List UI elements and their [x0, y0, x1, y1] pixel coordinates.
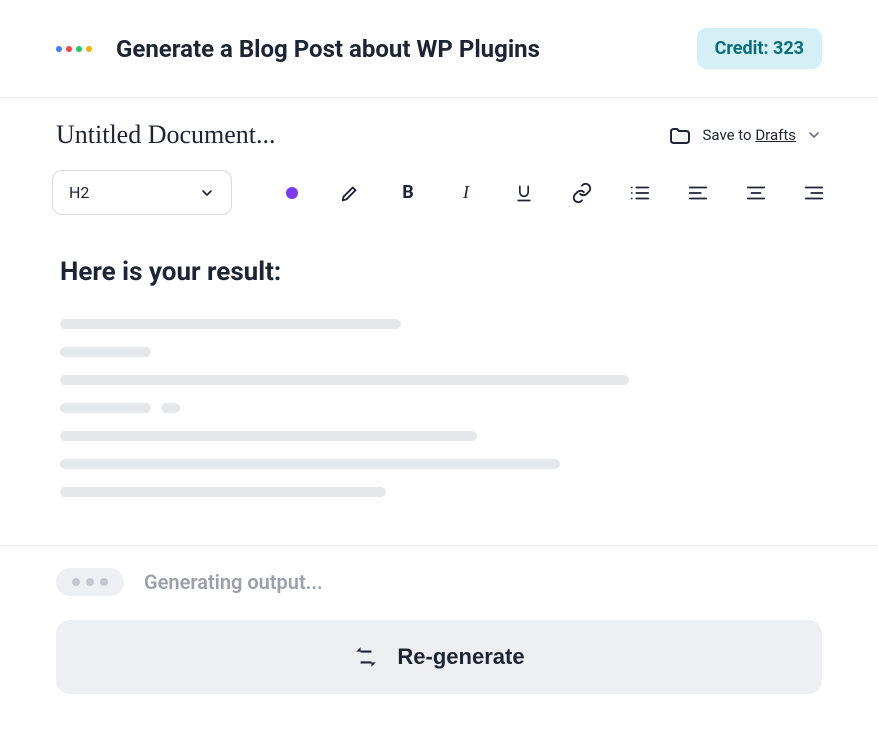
align-left-button[interactable]	[686, 181, 710, 205]
credit-badge: Credit: 323	[697, 28, 822, 69]
regenerate-label: Re-generate	[397, 644, 524, 670]
list-button[interactable]	[628, 181, 652, 205]
dot-icon	[86, 46, 92, 52]
result-heading: Here is your result:	[60, 257, 818, 287]
header-left: Generate a Blog Post about WP Plugins	[56, 35, 540, 63]
highlight-button[interactable]	[338, 181, 362, 205]
dot-icon	[66, 46, 72, 52]
align-right-icon	[803, 182, 825, 204]
color-dot-icon	[286, 187, 298, 199]
document-title[interactable]: Untitled Document...	[56, 120, 276, 150]
folder-icon	[668, 123, 692, 147]
align-right-button[interactable]	[802, 181, 826, 205]
link-icon	[571, 182, 593, 204]
toolbar-buttons: B I	[280, 181, 826, 205]
document-bar: Untitled Document... Save to Drafts	[0, 98, 878, 150]
highlighter-icon	[339, 182, 361, 204]
heading-select[interactable]: H2	[52, 170, 232, 215]
regenerate-button[interactable]: Re-generate	[56, 620, 822, 694]
italic-button[interactable]: I	[454, 181, 478, 205]
chevron-down-icon	[199, 185, 215, 201]
save-to-button[interactable]: Save to Drafts	[668, 123, 822, 147]
align-center-icon	[745, 182, 767, 204]
chevron-down-icon	[806, 127, 822, 143]
brand-dots	[56, 46, 92, 52]
app-header: Generate a Blog Post about WP Plugins Cr…	[0, 0, 878, 98]
underline-button[interactable]	[512, 181, 536, 205]
page-title: Generate a Blog Post about WP Plugins	[116, 35, 540, 63]
editor-toolbar: H2 B I	[0, 150, 878, 215]
align-center-button[interactable]	[744, 181, 768, 205]
underline-icon	[514, 183, 534, 203]
save-label: Save to Drafts	[702, 126, 796, 144]
swap-icon	[353, 644, 379, 670]
dot-icon	[76, 46, 82, 52]
heading-value: H2	[69, 183, 89, 202]
align-left-icon	[687, 182, 709, 204]
link-button[interactable]	[570, 181, 594, 205]
dot-icon	[56, 46, 62, 52]
list-icon	[629, 182, 651, 204]
skeleton-placeholder	[60, 319, 818, 497]
editor-content[interactable]: Here is your result:	[0, 215, 878, 545]
dot-icon	[86, 578, 94, 586]
save-target: Drafts	[755, 126, 796, 144]
generating-label: Generating output...	[144, 570, 323, 594]
generating-status: Generating output...	[56, 568, 822, 596]
dot-icon	[72, 578, 80, 586]
footer: Generating output... Re-generate	[0, 545, 878, 734]
text-color-button[interactable]	[280, 181, 304, 205]
bold-button[interactable]: B	[396, 181, 420, 205]
dot-icon	[100, 578, 108, 586]
loading-pill	[56, 568, 124, 596]
